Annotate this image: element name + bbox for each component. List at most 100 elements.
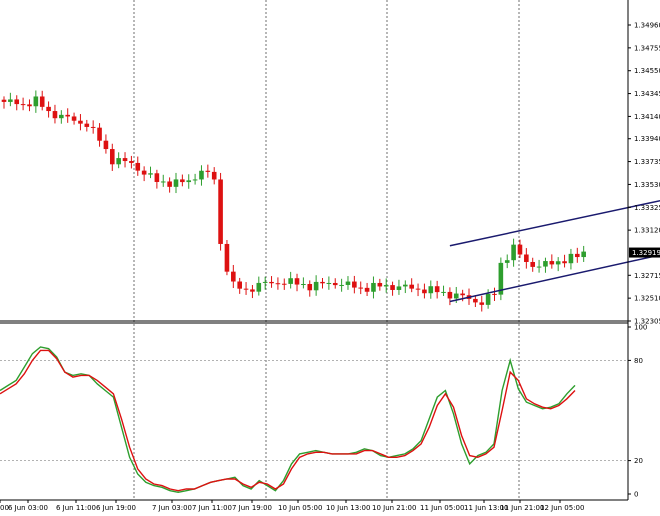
- price-tick-label: 1.33530: [634, 181, 660, 189]
- candle-body: [71, 116, 77, 121]
- candle: [447, 287, 453, 306]
- candle-body: [199, 170, 204, 180]
- candle: [243, 282, 249, 295]
- candle-body: [575, 253, 580, 258]
- candle-body: [269, 281, 274, 284]
- candle: [492, 287, 497, 301]
- candle-body: [129, 161, 134, 163]
- candle: [39, 90, 45, 111]
- candle: [173, 172, 179, 194]
- candle: [237, 277, 242, 294]
- time-tick-label: 7 Jun 19:00: [232, 504, 272, 512]
- candle: [294, 273, 300, 292]
- candle-body: [581, 251, 586, 258]
- candle: [530, 257, 536, 272]
- candle-body: [294, 278, 300, 285]
- price-tick-label: 1.33120: [634, 227, 660, 235]
- candle: [14, 95, 20, 111]
- candle-body: [377, 282, 383, 287]
- chart-frame: [0, 0, 629, 501]
- candle-body: [428, 286, 434, 294]
- candle-body: [141, 170, 147, 175]
- candle-body: [390, 285, 395, 290]
- candle: [524, 248, 529, 269]
- time-tick-label: 7 Jun 03:00: [152, 504, 192, 512]
- candle-body: [473, 298, 478, 303]
- candle-body: [173, 179, 179, 187]
- candle: [339, 278, 344, 292]
- candle-body: [154, 173, 160, 182]
- candle-body: [116, 158, 121, 165]
- candle: [59, 110, 64, 124]
- candle: [581, 245, 586, 262]
- candle-body: [422, 289, 427, 294]
- current-price-value: 1.32919: [632, 249, 660, 257]
- candle: [434, 280, 440, 299]
- time-tick-label: 10 Jun 05:00: [278, 504, 322, 512]
- candle-body: [403, 284, 408, 287]
- candle-body: [530, 261, 536, 267]
- vertical-gridlines: [133, 0, 520, 500]
- candle: [167, 177, 172, 193]
- time-tick-label: 10 Jun 13:00: [326, 504, 370, 512]
- candle-body: [568, 253, 574, 264]
- candle-body: [20, 104, 26, 106]
- candle-body: [84, 123, 90, 127]
- candle-body: [332, 282, 338, 286]
- candle-body: [224, 243, 230, 272]
- price-axis: 1.34960 1.34755 1.34550 1.34345 1.34140 1.339…: [628, 22, 660, 326]
- candle-body: [313, 281, 319, 291]
- stochastic-signal-line: [0, 349, 576, 492]
- candle-body: [345, 281, 351, 285]
- candle-body: [555, 261, 561, 265]
- stochastic-level-lines: [0, 360, 628, 461]
- candle-body: [211, 171, 217, 180]
- candle-body: [543, 261, 548, 267]
- candle: [20, 97, 26, 111]
- time-tick-label: 6 Jun 19:00: [96, 504, 136, 512]
- candle-body: [281, 283, 287, 285]
- candle: [549, 254, 555, 269]
- candle-body: [485, 293, 491, 305]
- candle: [65, 108, 70, 123]
- candle-body: [562, 261, 567, 264]
- candle: [199, 165, 204, 186]
- candle-body: [231, 271, 236, 282]
- candle: [479, 295, 485, 312]
- candle: [46, 101, 51, 118]
- time-tick-label: 6 Jun 03:00: [8, 504, 48, 512]
- candle: [269, 276, 274, 288]
- time-tick-label: 7 Jun 11:00: [192, 504, 232, 512]
- candle-body: [504, 260, 510, 263]
- candle: [313, 275, 319, 296]
- candle: [103, 134, 109, 154]
- candle: [231, 264, 236, 289]
- candle: [345, 276, 351, 290]
- candle: [352, 275, 357, 294]
- candle-body: [186, 180, 192, 183]
- candle: [403, 280, 408, 294]
- candle: [192, 173, 198, 185]
- candle-body: [1, 99, 7, 102]
- candle-body: [326, 282, 332, 284]
- candle-body: [8, 99, 13, 102]
- candle-body: [33, 96, 39, 107]
- candle: [543, 257, 548, 273]
- candle-body: [434, 286, 440, 293]
- candle: [109, 143, 115, 171]
- candle-body: [218, 179, 223, 244]
- candle: [97, 123, 102, 147]
- candle: [148, 166, 153, 179]
- candle-body: [358, 287, 364, 289]
- candle-body: [192, 179, 198, 181]
- candle-body: [167, 181, 172, 187]
- stochastic-tick-label: 100: [634, 324, 647, 332]
- price-tick-label: 1.33940: [634, 135, 660, 143]
- price-tick-label: 1.33325: [634, 204, 660, 212]
- candle-body: [46, 106, 51, 112]
- candle-body: [288, 278, 293, 284]
- candle-body: [524, 254, 529, 262]
- time-tick-label: 11 Jun 21:00: [500, 504, 544, 512]
- candle-body: [97, 127, 102, 141]
- candle: [358, 281, 364, 295]
